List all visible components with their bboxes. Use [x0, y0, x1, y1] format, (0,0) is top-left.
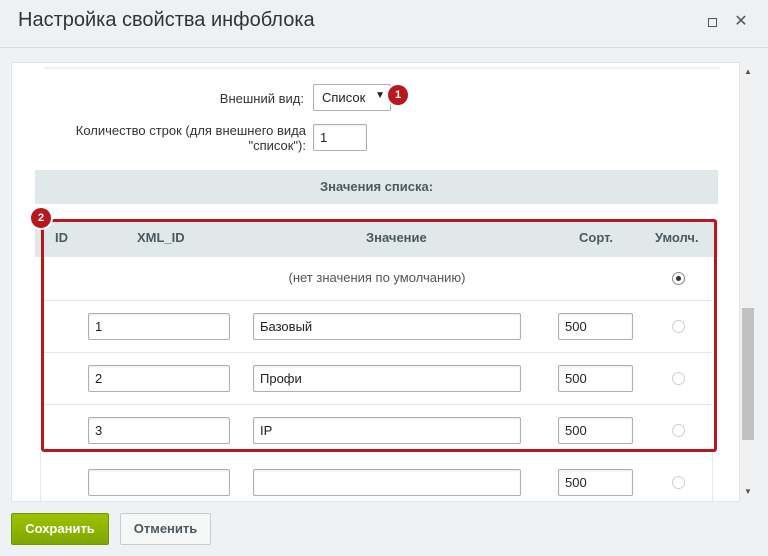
row-divider [42, 352, 712, 353]
row3-sort-input[interactable]: 500 [558, 417, 633, 444]
close-icon[interactable]: ✕ [733, 14, 749, 30]
no-default-text: (нет значения по умолчанию) [288, 270, 466, 285]
rows-count-label-line2: "список"): [248, 138, 306, 153]
row4-sort-input[interactable]: 500 [558, 469, 633, 496]
col-value: Значение [366, 230, 427, 245]
table-border [712, 452, 713, 501]
table-header: ID XML_ID Значение Сорт. Умолч. [35, 219, 718, 257]
dialog-title: Настройка свойства инфоблока [18, 9, 315, 31]
col-xml-id: XML_ID [137, 230, 185, 245]
row2-sort-input[interactable]: 500 [558, 365, 633, 392]
list-values-header: Значения списка: [35, 170, 718, 204]
divider [44, 67, 720, 69]
row3-xml-id-input[interactable]: 3 [88, 417, 230, 444]
vertical-scrollbar[interactable]: ▲ ▼ [740, 62, 756, 502]
step-badge-1: 1 [388, 85, 408, 105]
scroll-down-arrow-icon[interactable]: ▼ [740, 484, 756, 500]
maximize-icon[interactable] [704, 14, 720, 30]
no-default-radio[interactable] [672, 272, 685, 285]
row3-value-input[interactable]: IP [253, 417, 521, 444]
appearance-label: Внешний вид: [219, 91, 304, 106]
row1-value-input[interactable]: Базовый [253, 313, 521, 340]
step-badge-2: 2 [31, 208, 51, 228]
scroll-thumb[interactable] [742, 308, 754, 440]
col-sort: Сорт. [579, 230, 613, 245]
save-button[interactable]: Сохранить [11, 513, 109, 545]
scroll-up-arrow-icon[interactable]: ▲ [740, 64, 756, 80]
cancel-button[interactable]: Отменить [120, 513, 211, 545]
row-divider [42, 404, 712, 405]
rows-count-label-line1: Количество строк (для внешнего вида [75, 123, 306, 138]
dropdown-arrow-icon: ▼ [375, 90, 385, 101]
appearance-select-value: Список [322, 90, 366, 105]
row-divider [42, 300, 712, 301]
table-border [40, 452, 41, 501]
row4-xml-id-input[interactable] [88, 469, 230, 496]
row2-xml-id-input[interactable]: 2 [88, 365, 230, 392]
row1-sort-input[interactable]: 500 [558, 313, 633, 340]
rows-count-input[interactable]: 1 [313, 124, 367, 151]
dialog-titlebar[interactable]: Настройка свойства инфоблока ✕ [0, 0, 768, 48]
dialog-content: Внешний вид: Список ▼ 1 Количество строк… [11, 62, 740, 502]
appearance-select[interactable]: Список ▼ [313, 84, 391, 111]
row1-default-radio[interactable] [672, 320, 685, 333]
col-default: Умолч. [655, 230, 699, 245]
row3-default-radio[interactable] [672, 424, 685, 437]
row2-default-radio[interactable] [672, 372, 685, 385]
row4-value-input[interactable] [253, 469, 521, 496]
row2-value-input[interactable]: Профи [253, 365, 521, 392]
col-id: ID [55, 230, 68, 245]
dialog-window: Настройка свойства инфоблока ✕ Внешний в… [0, 0, 768, 556]
row1-xml-id-input[interactable]: 1 [88, 313, 230, 340]
row4-default-radio[interactable] [672, 476, 685, 489]
